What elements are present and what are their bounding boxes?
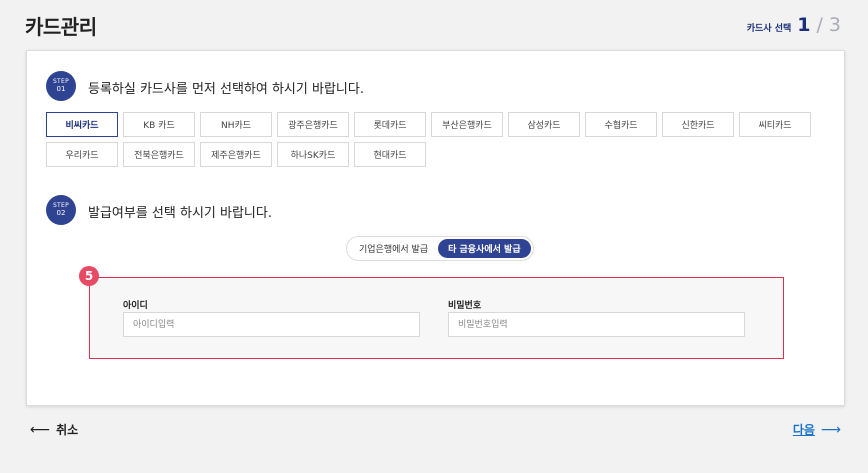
card-company-button[interactable]: 씨티카드	[739, 112, 811, 137]
step-separator: /	[816, 14, 823, 36]
card-company-button[interactable]: 하나SK카드	[277, 142, 349, 167]
arrow-left-icon: ⟵	[30, 421, 51, 438]
card-company-button[interactable]: 수협카드	[585, 112, 657, 137]
step-01-badge-num: 01	[56, 85, 66, 93]
page-title: 카드관리	[25, 15, 97, 39]
card-company-button[interactable]: 전북은행카드	[123, 142, 195, 167]
card-company-button[interactable]: NH카드	[200, 112, 272, 137]
card-company-button[interactable]: 광주은행카드	[277, 112, 349, 137]
password-label: 비밀번호	[448, 301, 482, 311]
step-01-badge: STEP 01	[46, 71, 76, 101]
step-current: 1	[797, 14, 811, 36]
card-company-button[interactable]: KB 카드	[123, 112, 195, 137]
toggle-option-ibk-issuer[interactable]: 기업은행에서 발급	[349, 239, 438, 258]
step-total: 3	[828, 14, 841, 36]
cancel-button[interactable]: ⟵ 취소	[30, 421, 78, 438]
id-input[interactable]	[123, 312, 420, 337]
step-01-heading: 등록하실 카드사를 먼저 선택하여 하시기 바랍니다.	[88, 82, 364, 97]
step-indicator: 카드사 선택 1 / 3	[747, 14, 841, 36]
annotation-box: 아이디 비밀번호	[89, 277, 784, 359]
step-label: 카드사 선택	[746, 24, 792, 34]
annotation-number-badge: 5	[79, 266, 99, 286]
arrow-right-icon: ⟶	[820, 421, 841, 438]
card-company-button[interactable]: 롯데카드	[354, 112, 426, 137]
card-company-grid: 비씨카드 KB 카드 NH카드 광주은행카드 롯데카드 부산은행카드 삼성카드 수협카드 신한카…	[46, 112, 816, 167]
step-02-heading: 발급여부를 선택 하시기 바랍니다.	[88, 206, 272, 221]
card-company-button[interactable]: 부산은행카드	[431, 112, 503, 137]
id-label: 아이디	[123, 301, 148, 311]
toggle-option-other-issuer[interactable]: 타 금융사에서 발급	[438, 239, 531, 258]
card-company-button[interactable]: 우리카드	[46, 142, 118, 167]
next-button[interactable]: 다음 ⟶	[793, 421, 841, 438]
card-company-button[interactable]: 비씨카드	[46, 112, 118, 137]
card-company-button[interactable]: 신한카드	[662, 112, 734, 137]
password-input[interactable]	[448, 312, 745, 337]
card-company-button[interactable]: 제주은행카드	[200, 142, 272, 167]
card-company-button[interactable]: 삼성카드	[508, 112, 580, 137]
card-panel: STEP 01 등록하실 카드사를 먼저 선택하여 하시기 바랍니다. 비씨카드…	[26, 50, 845, 406]
cancel-label: 취소	[56, 423, 79, 437]
step-02-badge: STEP 02	[46, 195, 76, 225]
step-02-badge-num: 02	[56, 209, 66, 217]
issuer-toggle: 기업은행에서 발급 타 금융사에서 발급	[346, 236, 534, 261]
card-company-button[interactable]: 현대카드	[354, 142, 426, 167]
next-label: 다음	[792, 423, 815, 437]
